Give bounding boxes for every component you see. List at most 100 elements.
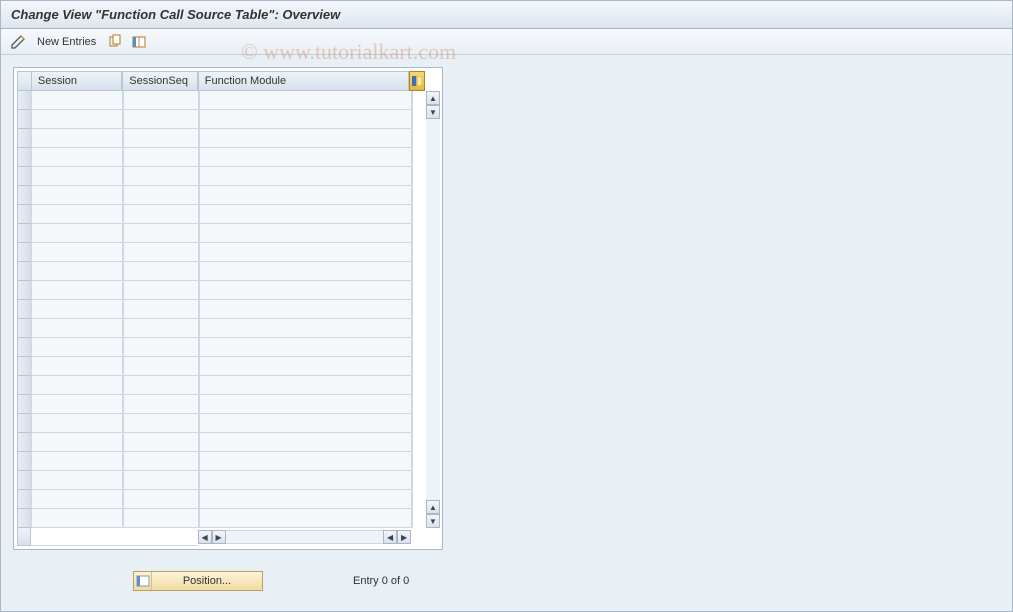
toggle-edit-icon[interactable] (9, 33, 27, 51)
vertical-scrollbar[interactable]: ▲ ▼ ▲ ▼ (412, 91, 440, 528)
cell-session-seq[interactable] (123, 433, 199, 452)
column-header-session-seq[interactable]: SessionSeq (122, 71, 198, 91)
scroll-left-icon[interactable]: ▶ (212, 530, 226, 544)
cell-session[interactable] (31, 509, 123, 528)
cell-session-seq[interactable] (123, 129, 199, 148)
cell-session[interactable] (31, 167, 123, 186)
cell-session[interactable] (31, 490, 123, 509)
cell-session[interactable] (31, 129, 123, 148)
row-selector[interactable] (17, 376, 31, 395)
scroll-left-first-icon[interactable]: ◀ (198, 530, 212, 544)
scroll-up-step-icon[interactable]: ▲ (426, 500, 440, 514)
table-row[interactable] (17, 110, 412, 129)
table-row[interactable] (17, 300, 412, 319)
cell-session[interactable] (31, 414, 123, 433)
configure-columns-icon[interactable] (409, 71, 425, 91)
cell-function-module[interactable] (199, 243, 412, 262)
cell-session[interactable] (31, 110, 123, 129)
cell-session-seq[interactable] (123, 471, 199, 490)
table-row[interactable] (17, 205, 412, 224)
cell-session[interactable] (31, 357, 123, 376)
cell-session[interactable] (31, 262, 123, 281)
cell-function-module[interactable] (199, 300, 412, 319)
cell-session-seq[interactable] (123, 243, 199, 262)
hscroll-track[interactable] (226, 530, 384, 544)
scroll-right-last-icon[interactable]: ▶ (397, 530, 411, 544)
cell-session-seq[interactable] (123, 414, 199, 433)
position-button[interactable]: Position... (133, 571, 263, 591)
row-selector[interactable] (17, 471, 31, 490)
cell-function-module[interactable] (199, 395, 412, 414)
cell-session-seq[interactable] (123, 452, 199, 471)
cell-function-module[interactable] (199, 357, 412, 376)
cell-session[interactable] (31, 300, 123, 319)
cell-function-module[interactable] (199, 509, 412, 528)
cell-session-seq[interactable] (123, 91, 199, 110)
scroll-right-icon[interactable]: ◀ (383, 530, 397, 544)
cell-function-module[interactable] (199, 224, 412, 243)
row-selector[interactable] (17, 167, 31, 186)
table-row[interactable] (17, 376, 412, 395)
cell-function-module[interactable] (199, 262, 412, 281)
cell-function-module[interactable] (199, 129, 412, 148)
cell-session-seq[interactable] (123, 110, 199, 129)
cell-function-module[interactable] (199, 490, 412, 509)
new-entries-button[interactable]: New Entries (33, 34, 100, 50)
column-header-function-module[interactable]: Function Module (198, 71, 409, 91)
cell-function-module[interactable] (199, 452, 412, 471)
cell-session[interactable] (31, 205, 123, 224)
row-selector[interactable] (17, 91, 31, 110)
table-row[interactable] (17, 243, 412, 262)
table-row[interactable] (17, 319, 412, 338)
table-row[interactable] (17, 357, 412, 376)
cell-function-module[interactable] (199, 376, 412, 395)
row-selector[interactable] (17, 148, 31, 167)
cell-function-module[interactable] (199, 319, 412, 338)
row-selector[interactable] (17, 224, 31, 243)
column-header-session[interactable]: Session (31, 71, 122, 91)
vscroll-track[interactable] (426, 119, 440, 500)
table-row[interactable] (17, 490, 412, 509)
scroll-down-icon[interactable]: ▼ (426, 514, 440, 528)
cell-session-seq[interactable] (123, 186, 199, 205)
cell-function-module[interactable] (199, 148, 412, 167)
cell-session[interactable] (31, 376, 123, 395)
cell-session-seq[interactable] (123, 509, 199, 528)
cell-function-module[interactable] (199, 91, 412, 110)
cell-session-seq[interactable] (123, 490, 199, 509)
cell-function-module[interactable] (199, 205, 412, 224)
cell-session-seq[interactable] (123, 319, 199, 338)
table-row[interactable] (17, 148, 412, 167)
table-row[interactable] (17, 338, 412, 357)
row-selector[interactable] (17, 338, 31, 357)
cell-session[interactable] (31, 148, 123, 167)
copy-icon[interactable] (106, 33, 124, 51)
cell-session[interactable] (31, 433, 123, 452)
cell-session-seq[interactable] (123, 167, 199, 186)
row-selector[interactable] (17, 433, 31, 452)
cell-session-seq[interactable] (123, 281, 199, 300)
table-row[interactable] (17, 129, 412, 148)
table-row[interactable] (17, 91, 412, 110)
cell-session[interactable] (31, 91, 123, 110)
scroll-down-step-icon[interactable]: ▼ (426, 105, 440, 119)
cell-session[interactable] (31, 319, 123, 338)
cell-session-seq[interactable] (123, 205, 199, 224)
row-selector[interactable] (17, 490, 31, 509)
table-row[interactable] (17, 471, 412, 490)
row-selector[interactable] (17, 243, 31, 262)
cell-session[interactable] (31, 243, 123, 262)
cell-function-module[interactable] (199, 414, 412, 433)
table-row[interactable] (17, 452, 412, 471)
cell-session[interactable] (31, 395, 123, 414)
cell-session[interactable] (31, 452, 123, 471)
row-selector[interactable] (17, 186, 31, 205)
cell-session-seq[interactable] (123, 300, 199, 319)
cell-session[interactable] (31, 281, 123, 300)
horizontal-scrollbar[interactable]: ◀ ▶ ◀ ▶ (17, 528, 439, 546)
cell-function-module[interactable] (199, 433, 412, 452)
cell-session-seq[interactable] (123, 224, 199, 243)
table-row[interactable] (17, 414, 412, 433)
row-selector[interactable] (17, 300, 31, 319)
cell-session[interactable] (31, 471, 123, 490)
